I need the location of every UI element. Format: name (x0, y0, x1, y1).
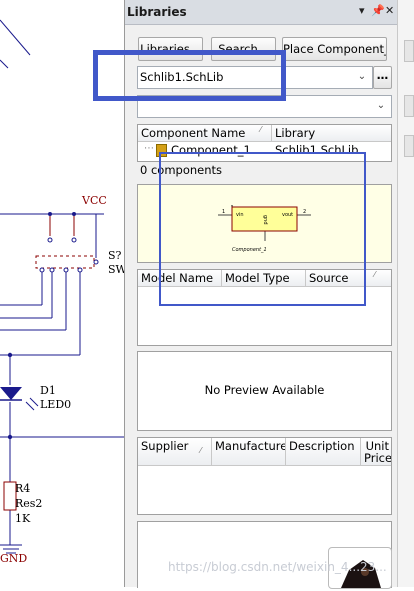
column-header-unit-price[interactable]: Unit Price (361, 438, 391, 465)
panel-title-bar: Libraries ▾ 📌 ✕ (125, 0, 397, 25)
supplier-list-header: Supplier ⁄ Manufacturer Description Unit… (138, 438, 391, 466)
column-header-library[interactable]: Library (272, 125, 391, 141)
panel-title: Libraries (127, 5, 187, 19)
more-options-button[interactable]: … (373, 66, 392, 89)
column-header-description[interactable]: Description (286, 438, 361, 465)
chevron-down-icon[interactable]: ⌄ (354, 69, 370, 84)
res-ref-label: R4 (15, 482, 31, 495)
gnd-label: GND (0, 552, 28, 565)
close-icon[interactable]: ✕ (385, 5, 394, 17)
chevron-down-icon[interactable]: ⌄ (373, 98, 389, 113)
res-name-label: Res2 (15, 497, 43, 510)
side-toolbar (397, 0, 414, 587)
side-tab[interactable] (404, 95, 414, 117)
side-tab[interactable] (404, 40, 414, 62)
column-header-component-name[interactable]: Component Name (138, 125, 272, 141)
place-component-button[interactable]: Place Component_1 (282, 37, 387, 61)
res-value-label: 1K (15, 512, 31, 525)
diode-name-label: LED0 (40, 398, 72, 411)
supplier-list: Supplier ⁄ Manufacturer Description Unit… (137, 437, 392, 515)
switch-ref-label: S? (108, 249, 122, 262)
switch-name-label: SW (108, 263, 124, 276)
side-tab[interactable] (404, 135, 414, 157)
sort-icon: ⁄ (200, 446, 202, 455)
component-list-header: Component Name ⁄ Library (138, 125, 391, 142)
dropdown-arrow-icon[interactable]: ▾ (359, 5, 365, 17)
no-preview-text: No Preview Available (204, 383, 325, 397)
watermark: https://blog.csdn.net/weixin_4...23... (168, 560, 387, 574)
pin-icon[interactable]: 📌 (371, 5, 385, 17)
diode-ref-label: D1 (40, 384, 56, 397)
vcc-label: VCC (82, 194, 107, 207)
highlight-library-select (93, 50, 286, 101)
sort-icon: ⁄ (374, 270, 376, 279)
model-preview: No Preview Available (137, 351, 392, 431)
column-header-manufacturer[interactable]: Manufacturer (212, 438, 286, 465)
highlight-symbol-preview (159, 152, 366, 306)
tree-connector: ⋯ (144, 143, 154, 154)
sort-icon: ⁄ (260, 125, 262, 134)
